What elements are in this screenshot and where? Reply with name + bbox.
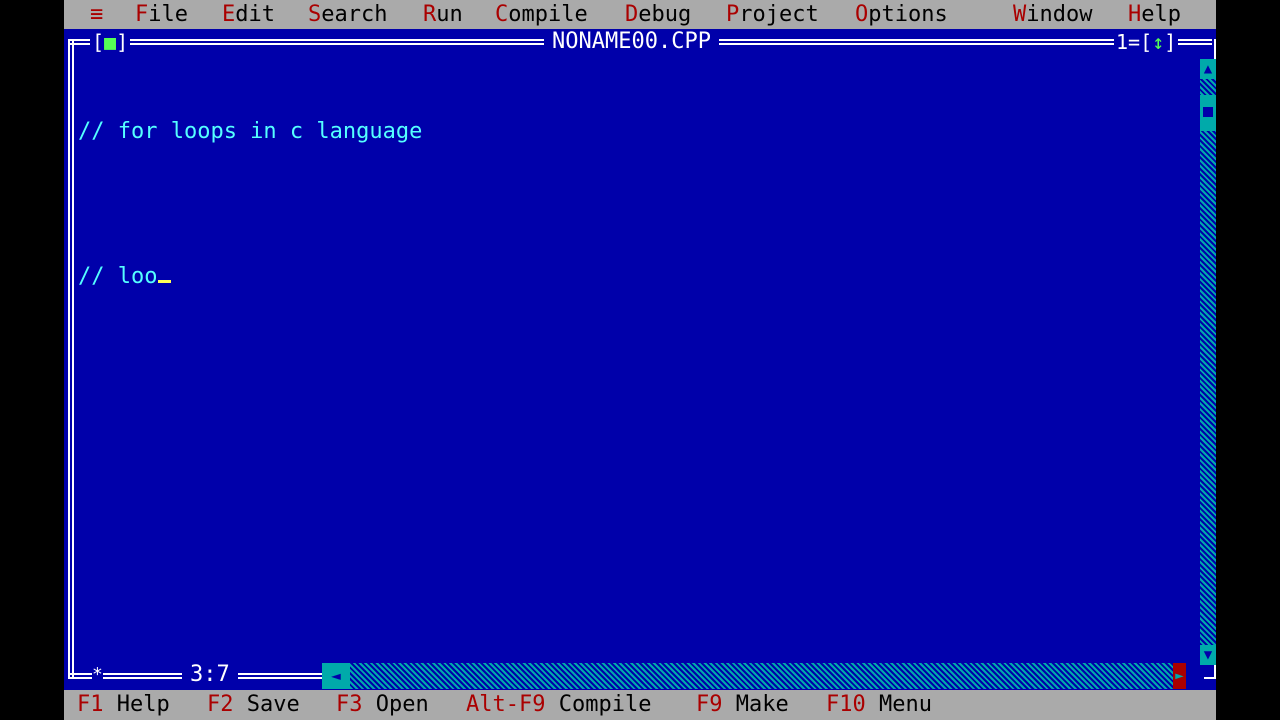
menu-bar: ≡ File Edit Search Run Compile Debug Pro… <box>64 0 1216 29</box>
alt-f9-compile-shortcut[interactable]: Alt-F9 Compile <box>466 690 651 720</box>
f9-make-shortcut[interactable]: F9 Make <box>696 690 789 720</box>
menu-options-hotkey: O <box>855 2 869 27</box>
f2-key: F2 <box>207 692 234 717</box>
zoom-left-bracket: [ <box>1140 30 1153 54</box>
scroll-up-arrow-icon[interactable]: ▲ <box>1200 59 1216 79</box>
window-frame-right-corner <box>1210 39 1216 59</box>
menu-search-hotkey: S <box>308 2 322 27</box>
f10-key: F10 <box>826 692 866 717</box>
menu-window-hotkey: W <box>1013 2 1027 27</box>
menu-debug-hotkey: D <box>625 2 639 27</box>
menu-project[interactable]: Project <box>726 0 819 29</box>
code-line-text: // loo <box>78 264 158 289</box>
alt-f9-label: Compile <box>545 692 652 717</box>
resize-corner[interactable] <box>1204 665 1216 679</box>
menu-compile[interactable]: Compile <box>495 0 588 29</box>
menu-help-label: elp <box>1141 2 1181 27</box>
window-number: 1= <box>1116 30 1141 54</box>
close-right-bracket: ] <box>116 30 129 54</box>
f9-label: Make <box>722 692 789 717</box>
modified-indicator-icon: * <box>92 664 103 686</box>
menu-project-label: roject <box>739 2 819 27</box>
scroll-down-arrow-icon[interactable]: ▼ <box>1200 645 1216 665</box>
code-line-current: // loo <box>78 262 422 291</box>
f2-label: Save <box>233 692 300 717</box>
menu-debug[interactable]: Debug <box>625 0 691 29</box>
menu-options-label: ptions <box>868 2 948 27</box>
menu-run-hotkey: R <box>423 2 437 27</box>
menu-help-hotkey: H <box>1128 2 1142 27</box>
f1-label: Help <box>103 692 170 717</box>
scroll-left-arrow-icon[interactable]: ◄ <box>322 663 350 689</box>
f10-menu-shortcut[interactable]: F10 Menu <box>826 690 932 720</box>
menu-edit-hotkey: E <box>222 2 236 27</box>
status-bar: F1 Help F2 Save F3 Open Alt-F9 Compile F… <box>64 690 1216 720</box>
menu-search[interactable]: Search <box>308 0 387 29</box>
menu-file-label: ile <box>148 2 188 27</box>
f9-key: F9 <box>696 692 723 717</box>
zoom-right-bracket: ] <box>1164 30 1177 54</box>
f3-key: F3 <box>336 692 363 717</box>
menu-debug-label: ebug <box>638 2 692 27</box>
horizontal-scrollbar[interactable]: ◄ ► <box>322 663 1186 689</box>
menu-search-label: earch <box>321 2 388 27</box>
menu-run-label: un <box>436 2 463 27</box>
f2-save-shortcut[interactable]: F2 Save <box>207 690 300 720</box>
menu-edit-label: dit <box>235 2 275 27</box>
zoom-button[interactable]: [↕] <box>1140 30 1176 54</box>
f1-help-shortcut[interactable]: F1 Help <box>77 690 170 720</box>
menu-edit[interactable]: Edit <box>222 0 275 29</box>
system-menu-icon[interactable]: ≡ <box>90 0 103 29</box>
f1-key: F1 <box>77 692 104 717</box>
menu-window-label: indow <box>1026 2 1093 27</box>
vertical-scroll-thumb[interactable] <box>1200 95 1216 131</box>
scroll-right-arrow-icon[interactable]: ► <box>1173 663 1186 689</box>
f3-label: Open <box>362 692 429 717</box>
menu-project-hotkey: P <box>726 2 740 27</box>
text-cursor <box>158 280 172 283</box>
f10-label: Menu <box>865 692 932 717</box>
menu-help[interactable]: Help <box>1128 0 1181 29</box>
cursor-position: 3:7 <box>182 662 238 688</box>
close-button[interactable]: [■] <box>90 29 131 55</box>
close-icon: ■ <box>104 30 117 54</box>
window-title: NONAME00.CPP <box>544 29 719 55</box>
code-line: // for loops in c language <box>78 119 423 144</box>
window-number-zoom: 1=[↕] <box>1114 29 1179 55</box>
menu-compile-label: ompile <box>508 2 588 27</box>
editor-window: [■] NONAME00.CPP 1=[↕] // for loops in c… <box>64 29 1216 690</box>
turbo-cpp-screen: ≡ File Edit Search Run Compile Debug Pro… <box>64 0 1216 720</box>
vertical-scrollbar[interactable]: ▲ ▼ <box>1200 59 1216 665</box>
menu-compile-hotkey: C <box>495 2 509 27</box>
menu-run[interactable]: Run <box>423 0 463 29</box>
menu-file-hotkey: F <box>135 2 149 27</box>
menu-window[interactable]: Window <box>1013 0 1092 29</box>
zoom-icon: ↕ <box>1152 30 1165 54</box>
menu-options[interactable]: Options <box>855 0 948 29</box>
window-frame-left <box>68 39 74 679</box>
f3-open-shortcut[interactable]: F3 Open <box>336 690 429 720</box>
close-left-bracket: [ <box>92 30 105 54</box>
menu-file[interactable]: File <box>135 0 188 29</box>
alt-f9-key: Alt-F9 <box>466 692 546 717</box>
code-editor[interactable]: // for loops in c language // loo <box>78 59 422 349</box>
